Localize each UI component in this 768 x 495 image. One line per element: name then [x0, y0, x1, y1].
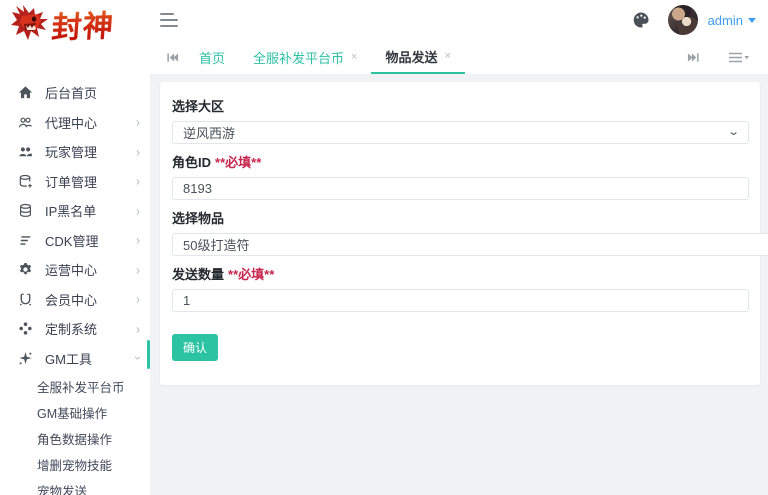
custom-modules-icon	[18, 321, 33, 336]
tab-list-dropdown-icon[interactable]	[722, 51, 756, 64]
sidebar-item-custom-system[interactable]: 定制系统 ›	[0, 314, 150, 344]
quantity-label: 发送数量 **必填**	[172, 267, 275, 282]
member-magnet-icon	[18, 292, 33, 307]
sidebar-item-agents[interactable]: 代理中心 ›	[0, 108, 150, 138]
region-select[interactable]: 逆风西游 ⌄	[172, 121, 749, 144]
region-label: 选择大区	[172, 99, 225, 114]
submenu-item-platform-coin[interactable]: 全服补发平台币	[0, 373, 150, 399]
sidebar-item-players[interactable]: 玩家管理 ›	[0, 137, 150, 167]
item-label: 选择物品	[172, 211, 225, 226]
sidebar-item-label: 代理中心	[45, 115, 98, 131]
players-icon	[18, 144, 33, 159]
tab-platform-coin[interactable]: 全服补发平台币 ×	[239, 40, 371, 74]
required-hint: **必填**	[228, 267, 275, 282]
sidebar-item-label: IP黑名单	[45, 204, 97, 220]
sidebar-item-members[interactable]: 会员中心 ›	[0, 285, 150, 315]
sidebar-item-label: 定制系统	[45, 322, 98, 338]
chevron-right-icon: ›	[136, 203, 140, 219]
sidebar-item-label: 会员中心	[45, 292, 98, 308]
sidebar-item-label: CDK管理	[45, 233, 99, 249]
app-window: 封神 后台首页 代理中心 › 玩家管理 › 订单管理 › IP黑名单 › CDK…	[0, 0, 768, 495]
tab-bar: 首页 全服补发平台币 × 物品发送 ×	[150, 40, 768, 75]
gm-tools-submenu: 全服补发平台币 GM基础操作 角色数据操作 增删宠物技能 宠物发送	[0, 373, 150, 495]
user-avatar[interactable]	[667, 5, 698, 35]
form-group-role-id: 角色ID **必填**	[172, 152, 749, 200]
beast-head-icon	[10, 4, 52, 44]
tab-home[interactable]: 首页	[185, 40, 239, 74]
select-caret-icon: ⌄	[726, 126, 740, 138]
sidebar-item-label: 订单管理	[45, 174, 98, 190]
chevron-right-icon: ›	[136, 262, 140, 278]
operations-gear-icon	[18, 262, 33, 277]
tab-scroll-right-icon[interactable]	[681, 51, 706, 64]
submenu-item-pet-send[interactable]: 宠物发送	[0, 477, 150, 495]
sidebar-item-ip-blacklist[interactable]: IP黑名单 ›	[0, 196, 150, 226]
sidebar-item-gm-tools[interactable]: GM工具 ›	[0, 344, 150, 374]
item-select[interactable]: 50级打造符 ⌄	[172, 233, 768, 256]
agents-icon	[18, 115, 33, 130]
sidebar-item-dashboard[interactable]: 后台首页	[0, 78, 150, 108]
chevron-down-icon: ›	[131, 356, 145, 361]
sidebar-item-label: GM工具	[45, 351, 92, 367]
sidebar-toggle-button[interactable]	[160, 13, 178, 27]
quantity-input[interactable]	[172, 289, 749, 312]
role-id-label: 角色ID **必填**	[172, 155, 262, 170]
confirm-button[interactable]: 确认	[172, 334, 219, 361]
sidebar-item-label: 运营中心	[45, 263, 98, 279]
chevron-right-icon: ›	[136, 173, 140, 189]
chevron-right-icon: ›	[136, 232, 140, 248]
item-send-form-card: 选择大区 逆风西游 ⌄ 角色ID**必填** 选择物品	[160, 82, 768, 385]
item-select-value: 50级打造符	[183, 238, 250, 253]
orders-database-icon	[18, 174, 33, 189]
brand-title: 封神	[50, 1, 116, 47]
sidebar-menu: 后台首页 代理中心 › 玩家管理 › 订单管理 › IP黑名单 › CDK管理 …	[0, 46, 150, 495]
sidebar-item-label: 后台首页	[45, 86, 98, 102]
tab-scroll-left-icon[interactable]	[160, 40, 185, 74]
submenu-item-role-data-ops[interactable]: 角色数据操作	[0, 425, 150, 451]
required-hint: **必填**	[215, 155, 262, 170]
form-group-item: 选择物品 50级打造符 ⌄	[172, 208, 768, 256]
main-area: admin 首页 全服补发平台币 × 物品发送 × 选择大区 逆风西游 ⌄ 角色…	[150, 0, 768, 495]
admin-username: admin	[707, 12, 743, 28]
form-group-quantity: 发送数量 **必填**	[172, 264, 749, 312]
active-menu-indicator	[147, 340, 150, 369]
cdk-list-icon	[18, 233, 33, 248]
chevron-right-icon: ›	[136, 114, 140, 130]
tab-close-icon[interactable]: ×	[351, 51, 357, 63]
tab-item-send[interactable]: 物品发送 ×	[371, 40, 465, 74]
form-group-region: 选择大区 逆风西游 ⌄	[172, 96, 749, 144]
submenu-item-pet-skills[interactable]: 增删宠物技能	[0, 451, 150, 477]
tab-close-icon[interactable]: ×	[444, 50, 450, 62]
chevron-right-icon: ›	[136, 144, 140, 160]
region-select-value: 逆风西游	[183, 126, 236, 141]
brand-logo: 封神	[0, 0, 150, 46]
chevron-right-icon: ›	[136, 291, 140, 307]
sidebar: 封神 后台首页 代理中心 › 玩家管理 › 订单管理 › IP黑名单 › CDK…	[0, 0, 150, 495]
sidebar-item-operations[interactable]: 运营中心 ›	[0, 255, 150, 285]
sidebar-item-orders[interactable]: 订单管理 ›	[0, 167, 150, 197]
role-id-input[interactable]	[172, 177, 749, 200]
sidebar-item-cdk[interactable]: CDK管理 ›	[0, 226, 150, 256]
home-icon	[18, 85, 33, 100]
page-content: 选择大区 逆风西游 ⌄ 角色ID**必填** 选择物品	[150, 75, 768, 495]
caret-down-icon	[748, 17, 756, 23]
ip-blacklist-database-icon	[18, 203, 33, 218]
admin-menu[interactable]: admin	[708, 13, 756, 28]
top-header: admin	[150, 0, 768, 40]
chevron-right-icon: ›	[136, 321, 140, 337]
gm-tools-spark-icon	[18, 351, 33, 366]
sidebar-item-label: 玩家管理	[45, 145, 98, 161]
submenu-item-gm-basic-ops[interactable]: GM基础操作	[0, 399, 150, 425]
theme-palette-icon[interactable]	[632, 11, 650, 29]
